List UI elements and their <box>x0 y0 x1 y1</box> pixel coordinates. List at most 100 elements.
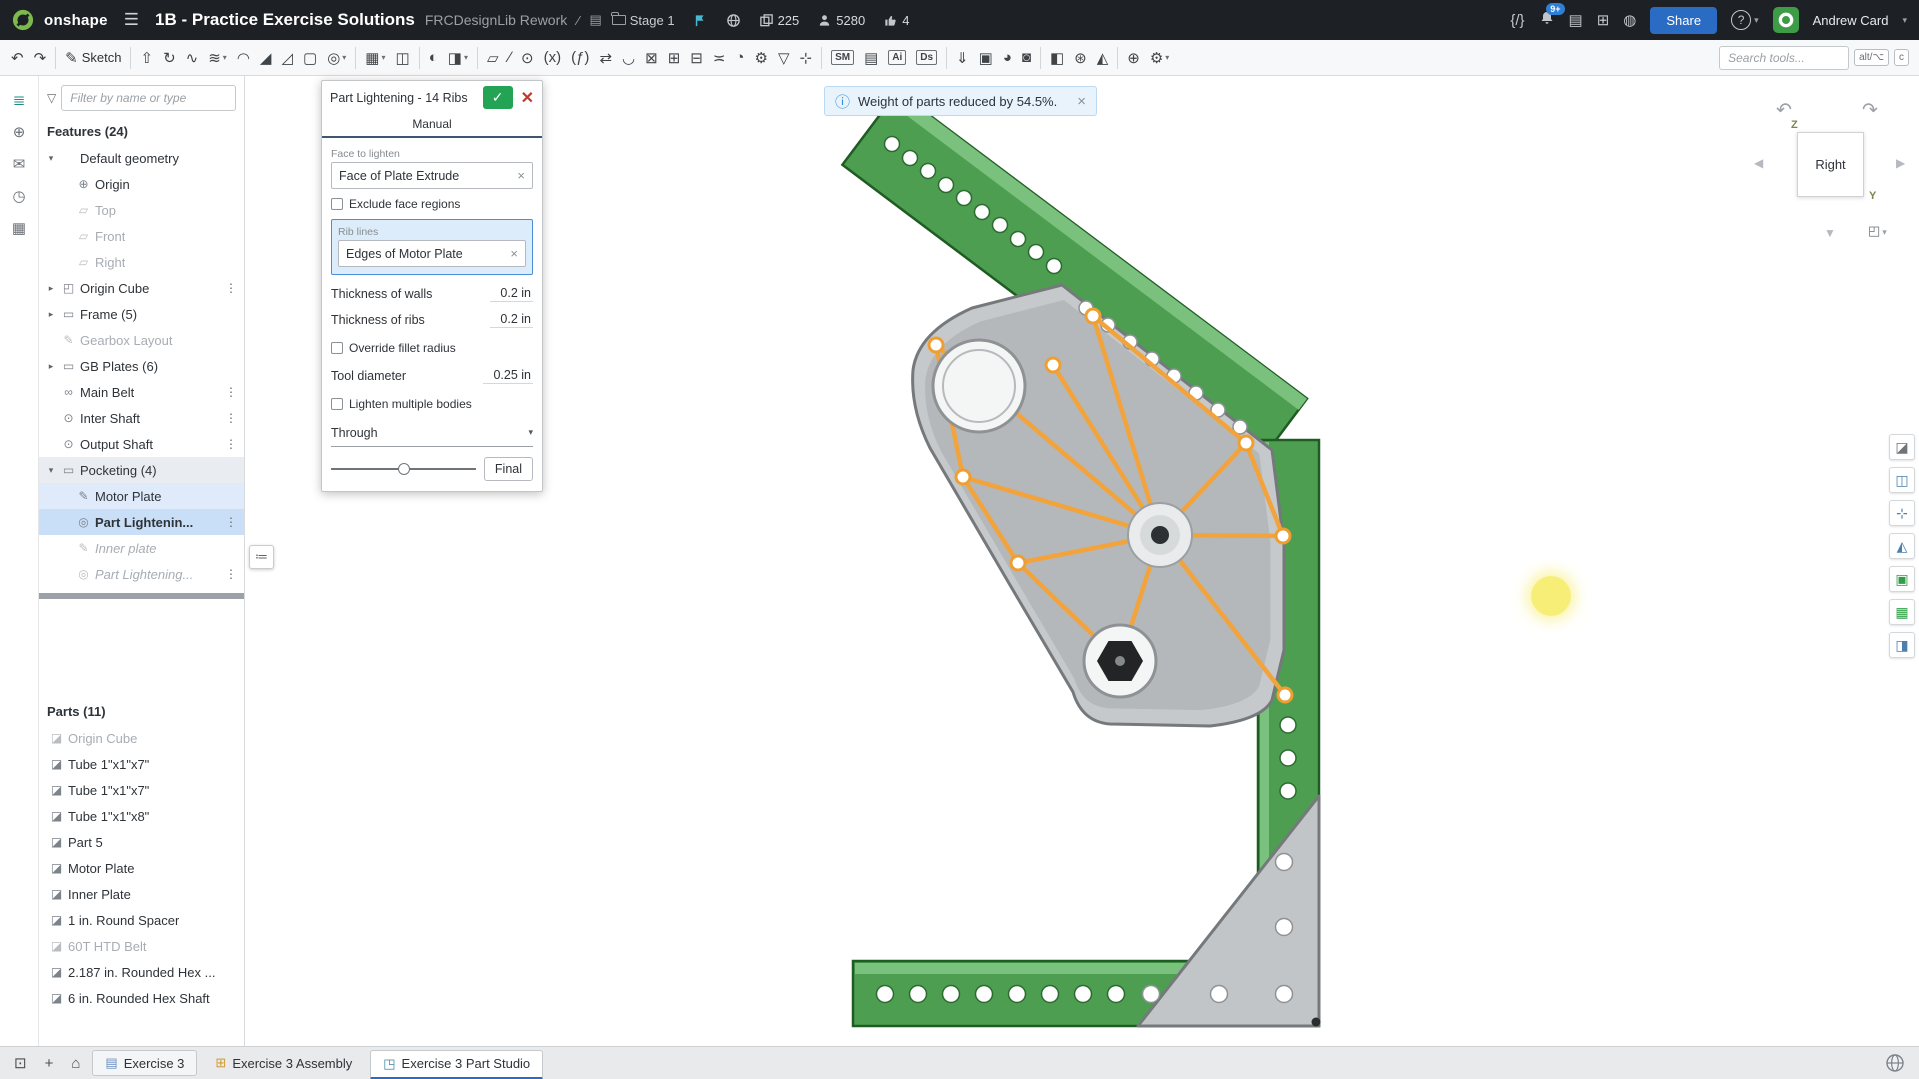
feature-tree-item[interactable]: ▱ Front <box>39 223 244 249</box>
toolbar-tool-sheet-metal-converter[interactable]: SM <box>826 43 859 73</box>
toolbar-tool-keyboard-shortcuts[interactable]: ▤ <box>859 43 883 73</box>
feature-tree-item[interactable]: ∞ Main Belt ⋮ <box>39 379 244 405</box>
toolbar-tool-extrude[interactable]: ⇧ <box>135 43 158 73</box>
part-list-item[interactable]: ◪ 6 in. Rounded Hex Shaft <box>39 985 244 1011</box>
rotate-right-icon[interactable]: ↷ <box>1862 99 1878 122</box>
toolbar-tool-ai-assistant[interactable]: Ai <box>883 43 911 73</box>
thickness-walls-input[interactable]: 0.2 in <box>490 286 533 302</box>
exclude-face-regions-checkbox[interactable]: Exclude face regions <box>331 197 533 211</box>
panel-icon-history-panel[interactable]: ◷ <box>4 180 34 212</box>
toolbar-tool-offset-surface[interactable]: ≍ <box>708 43 731 73</box>
toolbar-tool-axis[interactable]: ∕ <box>504 43 517 73</box>
dropdown-caret-icon[interactable]: ▾ <box>342 53 346 62</box>
feature-tree-item[interactable]: ⊙ Output Shaft ⋮ <box>39 431 244 457</box>
override-fillet-checkbox[interactable]: Override fillet radius <box>331 341 533 355</box>
view-cube-face[interactable]: Right <box>1797 132 1864 197</box>
toolbar-divider[interactable] <box>1040 47 1041 69</box>
toolbar-tool-section-view[interactable]: ◧ <box>1045 43 1069 73</box>
viewport-tool-view-settings[interactable]: ◪ <box>1889 434 1915 460</box>
tab-manual[interactable]: Manual <box>322 113 542 138</box>
feature-tree-item[interactable]: ▸ ◰ Origin Cube ⋮ <box>39 275 244 301</box>
toolbar-divider[interactable] <box>419 47 420 69</box>
part-list-item[interactable]: ◪ Tube 1"x1"x8" <box>39 803 244 829</box>
toolbar-tool-sketch[interactable]: ✎ Sketch <box>60 43 126 73</box>
dropdown-caret-icon[interactable]: ▾ <box>381 53 385 62</box>
tree-chevron-icon[interactable]: ▸ <box>45 283 57 294</box>
feature-tree-item[interactable]: ✎ Gearbox Layout <box>39 327 244 353</box>
clear-selection-icon[interactable]: × <box>510 246 518 261</box>
toolbar-tool-undo[interactable]: ↶ <box>6 43 29 73</box>
help-globe-button[interactable] <box>1885 1053 1911 1073</box>
rotate-view-right-icon[interactable]: ▶ <box>1896 156 1905 170</box>
toolbar-tool-mirror[interactable]: ◫ <box>391 43 415 73</box>
through-dropdown[interactable]: Through ▾ <box>331 419 533 447</box>
toolbar-divider[interactable] <box>55 47 56 69</box>
item-menu-dots-icon[interactable]: ⋮ <box>225 515 244 529</box>
checkbox-box[interactable] <box>331 198 343 210</box>
part-list-item[interactable]: ◪ Tube 1"x1"x7" <box>39 751 244 777</box>
tree-chevron-icon[interactable]: ▸ <box>45 361 57 372</box>
edit-icon[interactable]: ∕ <box>577 13 579 28</box>
face-to-lighten-field[interactable]: Face of Plate Extrude × <box>331 162 533 189</box>
slider-knob[interactable] <box>398 463 410 475</box>
toolbar-divider[interactable] <box>821 47 822 69</box>
item-menu-dots-icon[interactable]: ⋮ <box>225 411 244 425</box>
panel-icon-document-panel[interactable]: ≣ <box>4 84 34 116</box>
part-list-item[interactable]: ◪ Tube 1"x1"x7" <box>39 777 244 803</box>
accept-button[interactable]: ✓ <box>483 86 513 109</box>
toolbar-tool-split[interactable]: ◨ ▾ <box>443 43 473 73</box>
toolbar-tool-delete-face[interactable]: ⊠ <box>640 43 663 73</box>
feature-tree-item[interactable]: ▸ ▭ Frame (5) <box>39 301 244 327</box>
feature-tree-item[interactable]: ▾ Default geometry <box>39 145 244 171</box>
document-tab[interactable]: ⊞ Exercise 3 Assembly <box>203 1050 364 1076</box>
rib-lines-field[interactable]: Edges of Motor Plate × <box>338 240 526 267</box>
feature-tree-item[interactable]: ⊕ Origin <box>39 171 244 197</box>
dropdown-caret-icon[interactable]: ▾ <box>464 53 468 62</box>
cancel-button[interactable]: ✕ <box>519 88 536 108</box>
panel-icon-tables-panel[interactable]: ▦ <box>4 212 34 244</box>
part-list-item[interactable]: ◪ Inner Plate <box>39 881 244 907</box>
toolbar-divider[interactable] <box>355 47 356 69</box>
toolbar-tool-insert-tool[interactable]: ⊕ <box>1122 43 1145 73</box>
item-menu-dots-icon[interactable]: ⋮ <box>225 437 244 451</box>
item-menu-dots-icon[interactable]: ⋮ <box>225 385 244 399</box>
toolbar-divider[interactable] <box>1117 47 1118 69</box>
document-icon[interactable]: ▤ <box>589 12 601 28</box>
add-tab-button[interactable]: + <box>39 1055 60 1072</box>
part-list-item[interactable]: ◪ 2.187 in. Rounded Hex ... <box>39 959 244 985</box>
rollback-bar[interactable] <box>39 593 244 599</box>
dropdown-caret-icon[interactable]: ▾ <box>1165 53 1169 62</box>
filter-input[interactable] <box>61 85 236 111</box>
followers-stat[interactable]: 5280 <box>817 13 865 28</box>
toolbar-tool-redo[interactable]: ↷ <box>29 43 52 73</box>
feature-tree-item[interactable]: ▱ Right <box>39 249 244 275</box>
toolbar-tool-filter-features[interactable]: ▽ <box>773 43 795 73</box>
toolbar-tool-chamfer[interactable]: ◢ <box>255 43 277 73</box>
checkbox-box[interactable] <box>331 398 343 410</box>
part-list-item[interactable]: ◪ 1 in. Round Spacer <box>39 907 244 933</box>
clear-selection-icon[interactable]: × <box>517 168 525 183</box>
final-button[interactable]: Final <box>484 457 533 481</box>
panel-icon-comments-panel[interactable]: ✉ <box>4 148 34 180</box>
part-list-item[interactable]: ◪ Motor Plate <box>39 855 244 881</box>
item-menu-dots-icon[interactable]: ⋮ <box>225 281 244 295</box>
rotate-view-down-icon[interactable]: ▼ <box>1824 226 1836 240</box>
toolbar-tool-appearance[interactable]: ◕ <box>998 43 1017 73</box>
toolbar-tool-custom-features[interactable]: ⚙ ▾ <box>1145 43 1174 73</box>
user-menu-chevron-icon[interactable]: ▾ <box>1902 15 1907 26</box>
help-menu[interactable]: ? ▾ <box>1731 10 1759 30</box>
learning-center-icon[interactable]: ◍ <box>1623 11 1636 29</box>
home-button[interactable]: ⌂ <box>65 1055 86 1072</box>
checkbox-box[interactable] <box>331 342 343 354</box>
likes-stat[interactable]: 4 <box>883 13 909 28</box>
toolbar-tool-measure[interactable]: ⊹ <box>794 43 817 73</box>
toolbar-tool-sweep[interactable]: ∿ <box>181 43 204 73</box>
breadcrumb[interactable]: Stage 1 <box>612 13 675 28</box>
document-tab[interactable]: ▤ Exercise 3 <box>92 1050 197 1076</box>
feature-tree-item[interactable]: ◎ Part Lightenin... ⋮ <box>39 509 244 535</box>
toolbar-tool-gear[interactable]: ⚙ <box>749 43 772 73</box>
tool-diameter-input[interactable]: 0.25 in <box>483 368 533 384</box>
viewport-tool-measure[interactable]: ⊹ <box>1889 500 1915 526</box>
apps-grid-icon[interactable]: ⊞ <box>1597 11 1610 29</box>
view-menu-button[interactable]: ◰▾ <box>1868 223 1887 239</box>
